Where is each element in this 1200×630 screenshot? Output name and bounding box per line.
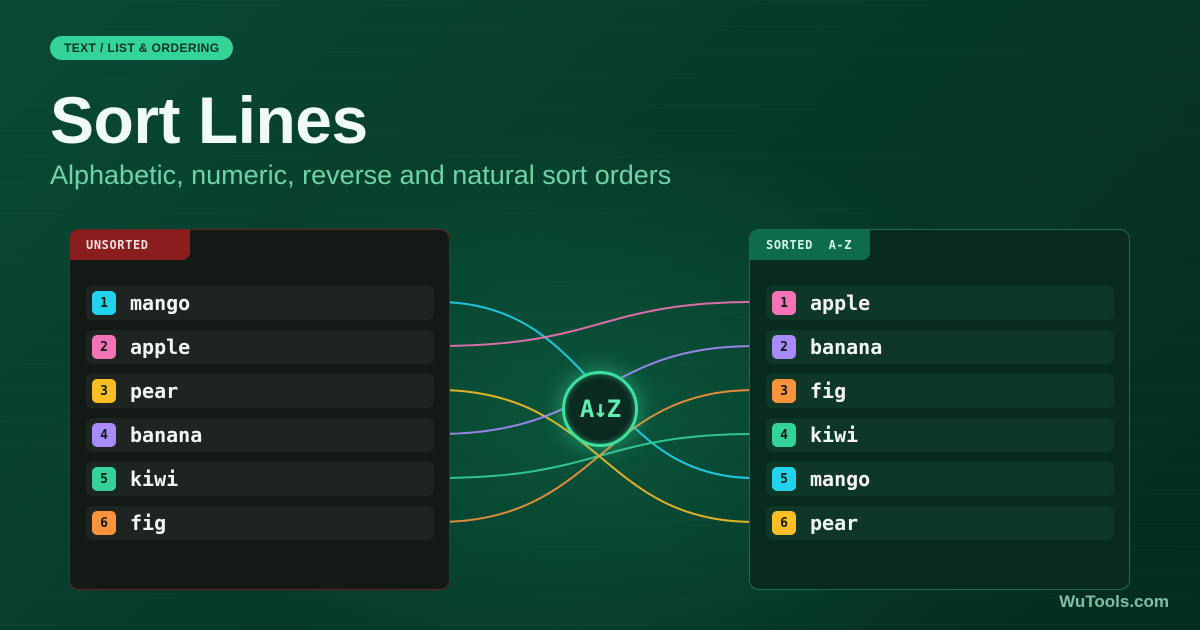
sorted-item-index: 5 xyxy=(772,467,796,491)
sorted-item-text: fig xyxy=(810,379,847,403)
unsorted-item-index: 3 xyxy=(92,379,116,403)
sorted-item: 5 mango xyxy=(766,462,1114,496)
unsorted-item-text: banana xyxy=(130,423,203,447)
sorted-panel: SORTED A-Z 1 apple 2 banana 3 fig 4 kiwi 5 mango 6… xyxy=(749,229,1130,590)
unsorted-item-index: 1 xyxy=(92,291,116,315)
unsorted-item-index: 5 xyxy=(92,467,116,491)
page: { "category_pill": "TEXT / LIST & ORDERI… xyxy=(0,0,1200,630)
unsorted-item-index: 2 xyxy=(92,335,116,359)
sorted-item: 3 fig xyxy=(766,374,1114,408)
unsorted-item: 1 mango xyxy=(86,286,434,320)
sorted-item: 2 banana xyxy=(766,330,1114,364)
sorted-tab: SORTED A-Z xyxy=(750,230,870,260)
sorted-item: 6 pear xyxy=(766,506,1114,540)
sorted-item-index: 4 xyxy=(772,423,796,447)
brand-logo: WuTools.com xyxy=(1059,592,1169,611)
unsorted-item-index: 4 xyxy=(92,423,116,447)
sorted-item-index: 6 xyxy=(772,511,796,535)
unsorted-item-index: 6 xyxy=(92,511,116,535)
sorted-item-text: banana xyxy=(810,335,883,359)
unsorted-item: 6 fig xyxy=(86,506,434,540)
unsorted-item: 4 banana xyxy=(86,418,434,452)
unsorted-item: 2 apple xyxy=(86,330,434,364)
unsorted-item-text: apple xyxy=(130,335,191,359)
unsorted-item-text: mango xyxy=(130,291,191,315)
sort-hub-icon: A↓Z xyxy=(562,371,638,447)
unsorted-item-text: pear xyxy=(130,379,179,403)
unsorted-panel: UNSORTED 1 mango 2 apple 3 pear 4 banana 5 kiwi 6 f… xyxy=(69,229,450,590)
unsorted-tab: UNSORTED xyxy=(70,230,190,260)
sorted-item-index: 1 xyxy=(772,291,796,315)
sorted-item: 4 kiwi xyxy=(766,418,1114,452)
sorted-item-text: mango xyxy=(810,467,871,491)
unsorted-item: 3 pear xyxy=(86,374,434,408)
sorted-item-text: apple xyxy=(810,291,871,315)
unsorted-item-text: fig xyxy=(130,511,167,535)
sorted-item-index: 3 xyxy=(772,379,796,403)
unsorted-item: 5 kiwi xyxy=(86,462,434,496)
sorted-item-index: 2 xyxy=(772,335,796,359)
sorted-item-text: kiwi xyxy=(810,423,859,447)
sorted-item: 1 apple xyxy=(766,286,1114,320)
sorted-item-text: pear xyxy=(810,511,859,535)
unsorted-item-text: kiwi xyxy=(130,467,179,491)
